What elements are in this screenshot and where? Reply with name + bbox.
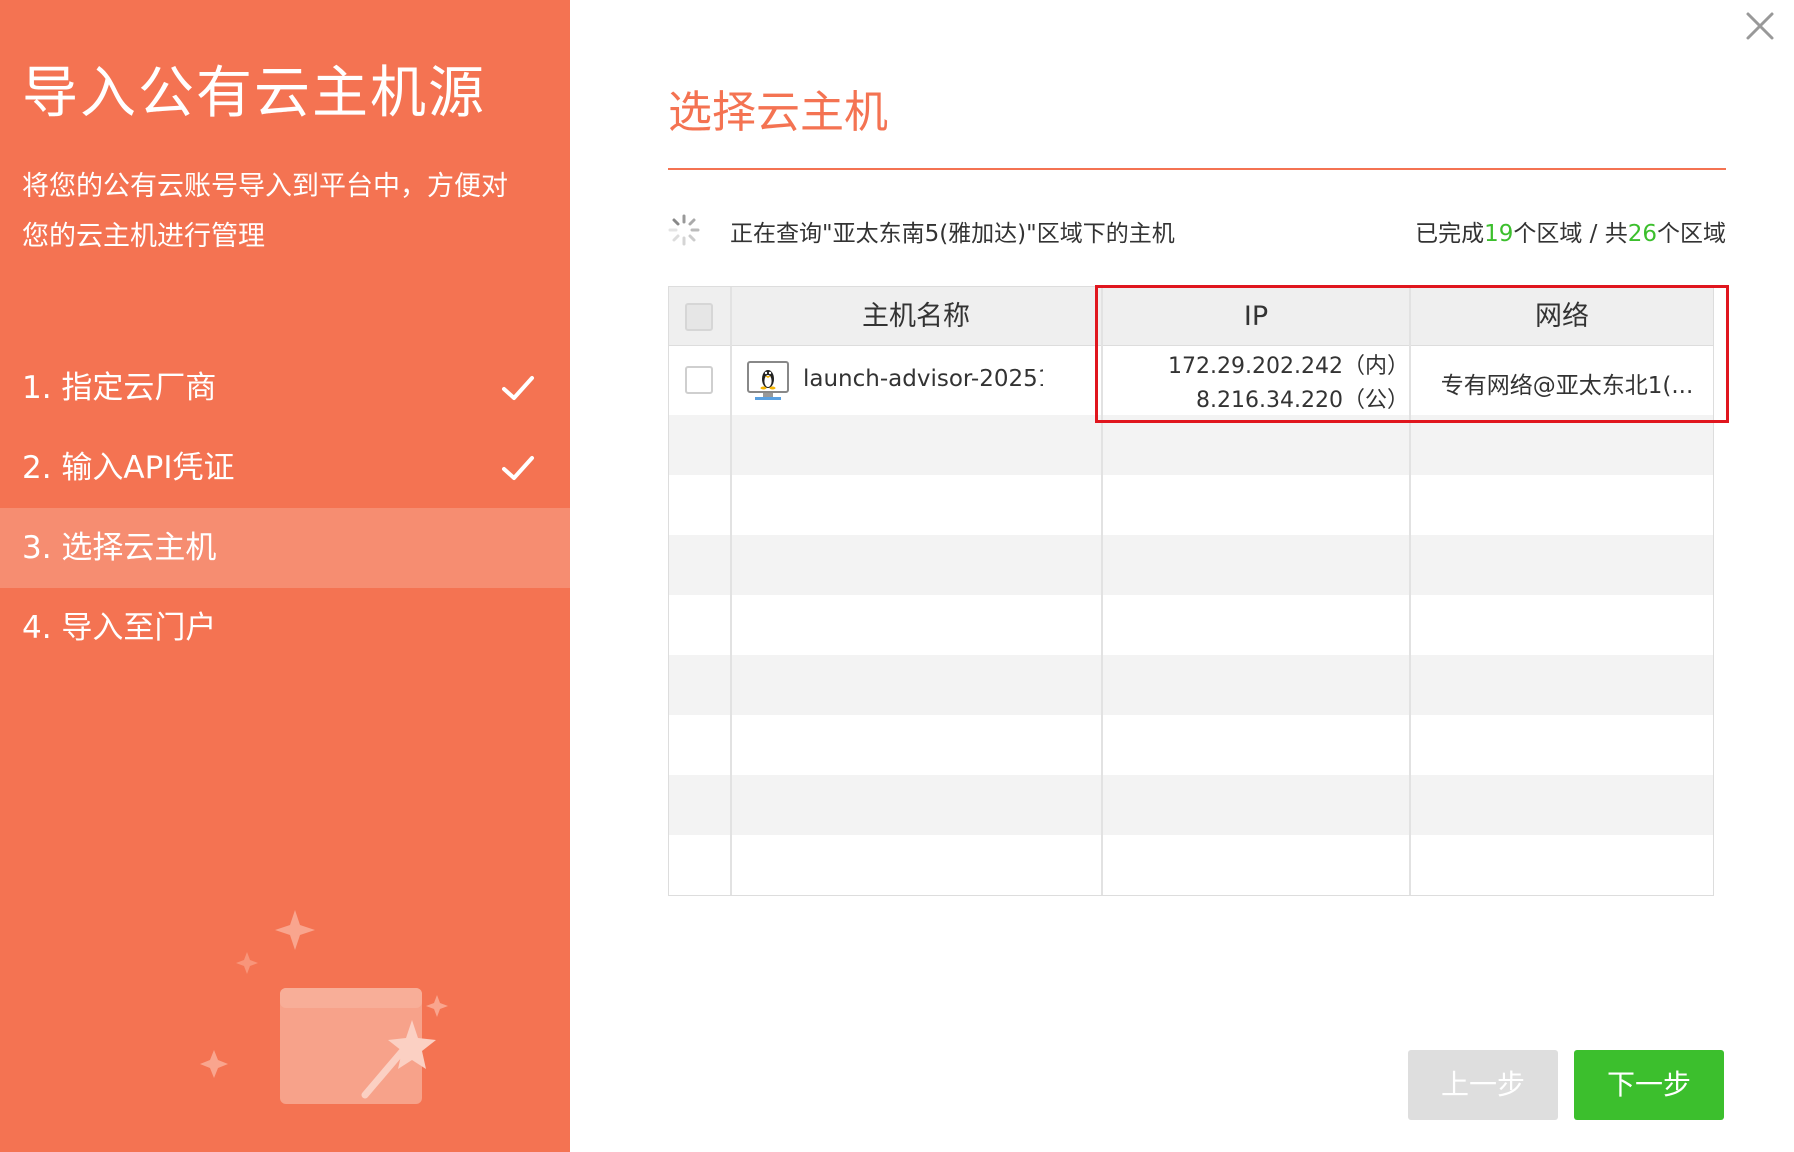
table-row [669, 835, 1713, 895]
table-row [669, 775, 1713, 835]
loading-spinner-icon [668, 214, 700, 246]
step-1: 1. 指定云厂商 [0, 348, 570, 428]
row-checkbox[interactable] [685, 366, 713, 394]
step-4: 4. 导入至门户 [0, 588, 570, 668]
header-vm-name[interactable]: 主机名称 [731, 287, 1101, 346]
region-progress: 已完成19个区域 / 共26个区域 [1415, 214, 1726, 248]
progress-done-count: 19 [1484, 221, 1514, 247]
highlight-box [1095, 285, 1729, 423]
wizard-description: 将您的公有云账号导入到平台中，方便对您的云主机进行管理 [22, 171, 508, 252]
table-row [669, 715, 1713, 775]
table-row [669, 535, 1713, 595]
step-2-label: 2. 输入API凭证 [22, 450, 235, 486]
prev-step-button[interactable]: 上一步 [1408, 1050, 1558, 1120]
title-divider [668, 168, 1726, 170]
step-1-label: 1. 指定云厂商 [22, 370, 217, 406]
check-icon [502, 456, 534, 480]
close-icon[interactable] [1740, 6, 1780, 46]
linux-vm-icon [747, 361, 789, 400]
table-row [669, 595, 1713, 655]
column-divider [730, 287, 732, 895]
step-3-label: 3. 选择云主机 [22, 530, 217, 566]
progress-middle: 个区域 / 共 [1513, 221, 1628, 247]
progress-total-count: 26 [1627, 221, 1657, 247]
table-row [669, 655, 1713, 715]
check-icon [502, 376, 534, 400]
step-4-label: 4. 导入至门户 [22, 610, 217, 646]
vm-name: launch-advisor-20251114 [803, 366, 1043, 392]
page-title: 选择云主机 [668, 87, 888, 138]
table-row [669, 415, 1713, 475]
step-2: 2. 输入API凭证 [0, 428, 570, 508]
progress-prefix: 已完成 [1415, 221, 1485, 247]
query-status-text: 正在查询"亚太东南5(雅加达)"区域下的主机 [730, 221, 1175, 247]
progress-suffix: 个区域 [1657, 221, 1726, 247]
select-all-checkbox[interactable] [685, 303, 713, 331]
wizard-title: 导入公有云主机源 [22, 61, 486, 126]
wizard-sidebar: 导入公有云主机源 将您的公有云账号导入到平台中，方便对您的云主机进行管理 1. … [0, 0, 570, 1152]
query-status-row: 正在查询"亚太东南5(雅加达)"区域下的主机 已完成19个区域 / 共26个区域 [668, 210, 1726, 250]
wizard-steps: 1. 指定云厂商 2. 输入API凭证 3. 选择云主机 4. 导入至门户 [0, 348, 570, 668]
table-row [669, 475, 1713, 535]
next-step-button[interactable]: 下一步 [1574, 1050, 1724, 1120]
step-3: 3. 选择云主机 [0, 508, 570, 588]
wizard-illustration-icon [200, 910, 448, 1104]
